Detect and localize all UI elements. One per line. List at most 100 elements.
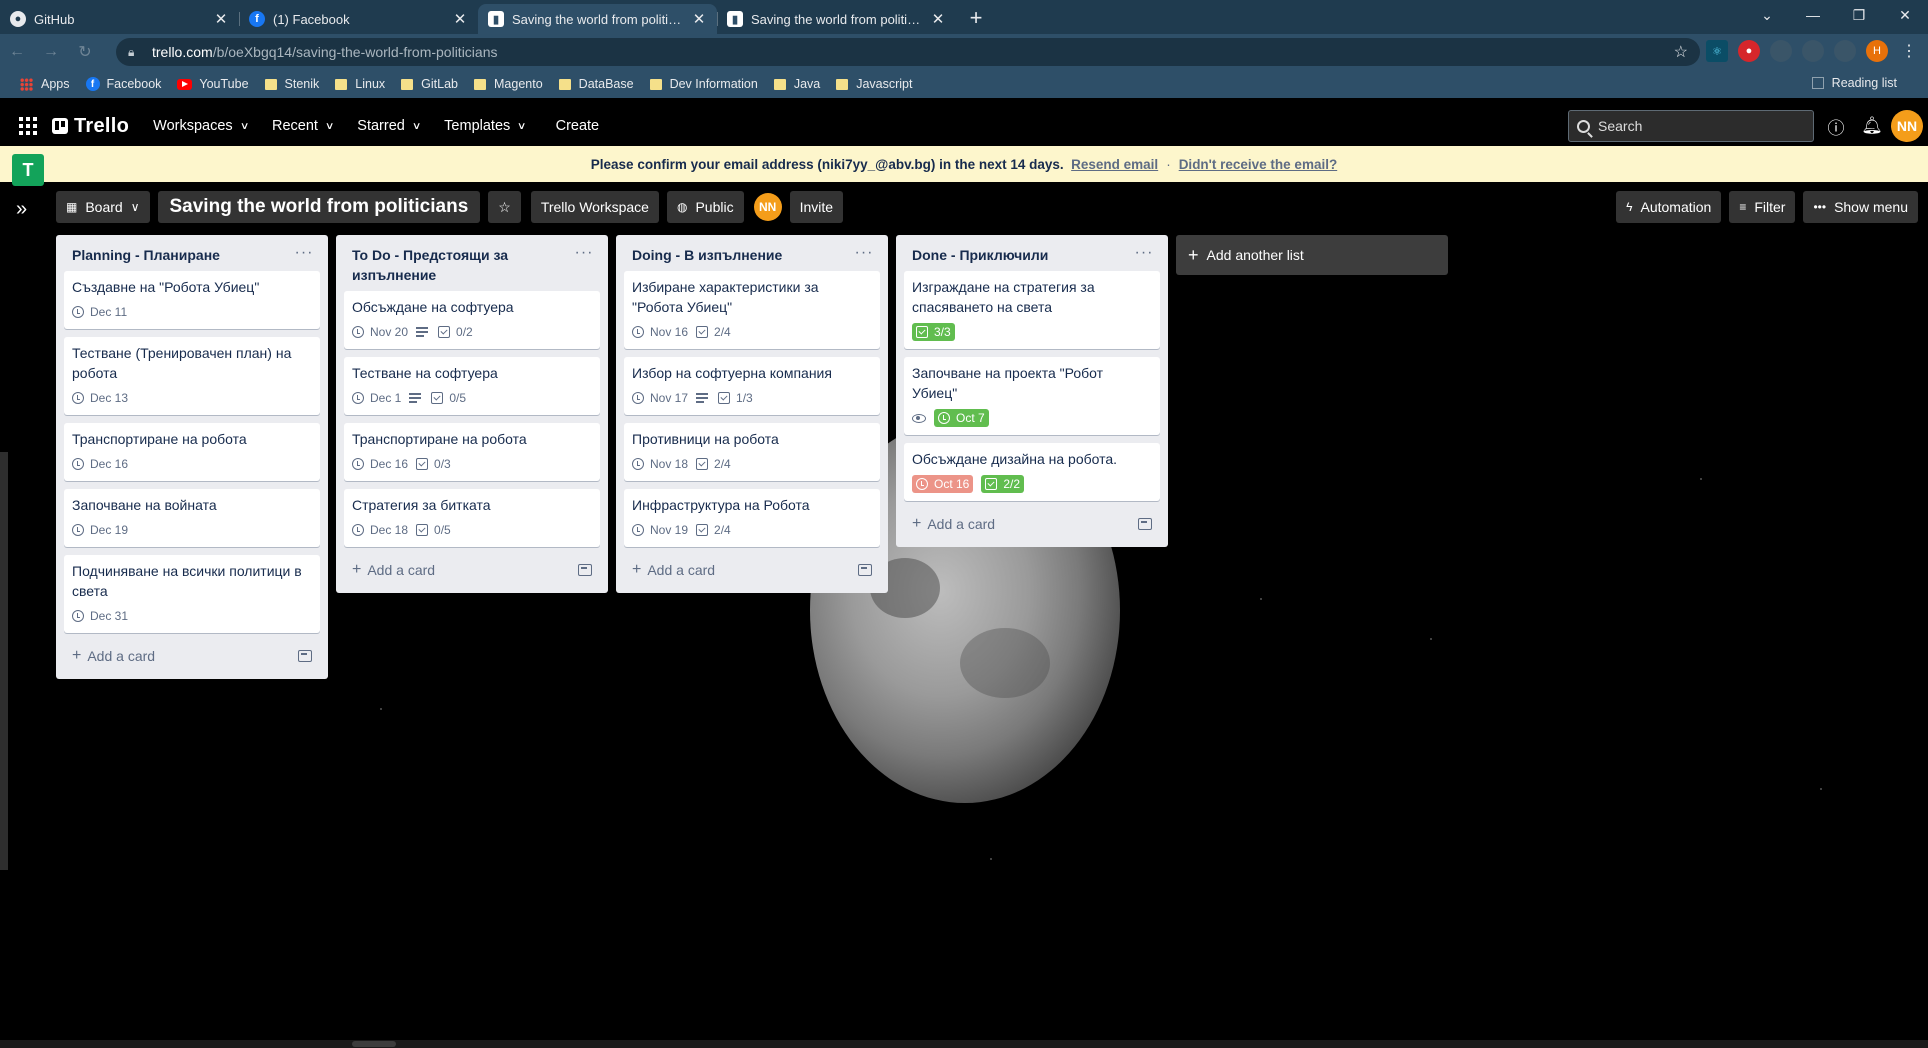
info-icon[interactable]: ⓘ: [1820, 110, 1852, 142]
due-date-badge[interactable]: Dec 13: [72, 391, 128, 405]
browser-tab-trello-active[interactable]: ▮ Saving the world from politicians ✕: [478, 4, 717, 34]
due-date-badge[interactable]: Dec 18: [352, 523, 408, 537]
lock-icon[interactable]: 🔒︎: [128, 45, 142, 60]
more-vert-icon[interactable]: ⋮: [1898, 40, 1920, 62]
scrollbar-thumb[interactable]: [352, 1041, 396, 1047]
bookmark-folder-database[interactable]: DataBase: [558, 77, 634, 91]
bookmark-folder-java[interactable]: Java: [773, 77, 820, 91]
due-date-badge[interactable]: Dec 19: [72, 523, 128, 537]
card[interactable]: Обсъждане дизайна на робота. Oct 16 2/2: [904, 443, 1160, 501]
show-menu-button[interactable]: ••• Show menu: [1803, 191, 1918, 223]
card[interactable]: Избиране характеристики за "Робота Убиец…: [624, 271, 880, 349]
resend-email-link[interactable]: Resend email: [1071, 157, 1158, 172]
browser-tab-trello[interactable]: ▮ Saving the world from politicians ✕: [717, 4, 956, 34]
invite-button[interactable]: Invite: [789, 191, 844, 223]
card[interactable]: Инфраструктура на Робота Nov 19 2/4: [624, 489, 880, 547]
app-switcher-icon[interactable]: [12, 110, 44, 142]
card-template-icon[interactable]: [298, 650, 312, 662]
card[interactable]: Подчиняване на всички политици в света D…: [64, 555, 320, 633]
list-title[interactable]: Planning - Планиране: [72, 245, 292, 265]
due-date-badge[interactable]: Dec 1: [352, 391, 401, 405]
bookmark-folder-stenik[interactable]: Stenik: [264, 77, 319, 91]
reading-list-button[interactable]: Reading list: [1811, 76, 1897, 90]
minimize-icon[interactable]: —: [1790, 0, 1836, 30]
reload-icon[interactable]: ↻: [68, 35, 102, 69]
list-title[interactable]: Doing - В изпълнение: [632, 245, 852, 265]
extension-red-icon[interactable]: ●: [1738, 40, 1760, 62]
star-board-button[interactable]: ☆: [488, 191, 521, 223]
workspaces-menu[interactable]: Workspaces ∨: [141, 110, 260, 142]
bookmark-youtube[interactable]: YouTube: [177, 77, 249, 91]
list-menu-icon[interactable]: ···: [572, 245, 596, 261]
recent-menu[interactable]: Recent ∨: [260, 110, 345, 142]
browser-tab-facebook[interactable]: f (1) Facebook ✕: [239, 4, 478, 34]
board-view-switcher[interactable]: ▦ Board ∨: [56, 191, 150, 223]
filter-button[interactable]: ≡ Filter: [1729, 191, 1796, 223]
board-title[interactable]: Saving the world from politicians: [157, 191, 481, 223]
list-menu-icon[interactable]: ···: [1132, 245, 1156, 261]
due-date-badge[interactable]: Dec 16: [352, 457, 408, 471]
close-icon[interactable]: ✕: [930, 10, 946, 28]
expand-sidebar-icon[interactable]: »: [16, 198, 27, 221]
didnt-receive-link[interactable]: Didn't receive the email?: [1179, 157, 1338, 172]
list-title[interactable]: To Do - Предстоящи за изпълнение: [352, 245, 572, 285]
close-icon[interactable]: ✕: [691, 10, 707, 28]
list-title[interactable]: Done - Приключили: [912, 245, 1132, 265]
close-window-icon[interactable]: ✕: [1882, 0, 1928, 30]
restore-icon[interactable]: ❐: [1836, 0, 1882, 30]
bookmark-apps[interactable]: Apps: [20, 77, 70, 91]
forward-icon[interactable]: →: [34, 35, 68, 69]
due-date-badge[interactable]: Nov 20: [352, 325, 408, 339]
card[interactable]: Транспортиране на робота Dec 16: [64, 423, 320, 481]
member-avatar[interactable]: NN: [753, 193, 782, 221]
vertical-scrollbar[interactable]: [0, 452, 8, 870]
search-input[interactable]: Search: [1568, 110, 1814, 142]
bookmark-folder-gitlab[interactable]: GitLab: [401, 77, 458, 91]
due-date-badge[interactable]: Nov 18: [632, 457, 688, 471]
bookmark-star-icon[interactable]: ☆: [1674, 42, 1688, 62]
add-card-button[interactable]: + Add a card: [904, 509, 1160, 539]
bookmark-folder-dev-information[interactable]: Dev Information: [649, 77, 758, 91]
due-date-badge[interactable]: Nov 19: [632, 523, 688, 537]
card-template-icon[interactable]: [858, 564, 872, 576]
new-tab-button[interactable]: +: [962, 4, 990, 32]
bookmark-facebook[interactable]: f Facebook: [85, 77, 161, 91]
bookmark-folder-linux[interactable]: Linux: [335, 77, 385, 91]
card[interactable]: Транспортиране на робота Dec 16 0/3: [344, 423, 600, 481]
due-date-complete-badge[interactable]: Oct 7: [934, 409, 989, 427]
automation-button[interactable]: ϟ Automation: [1616, 191, 1722, 223]
profile-avatar[interactable]: H: [1866, 40, 1888, 62]
due-date-badge[interactable]: Dec 16: [72, 457, 128, 471]
bookmark-folder-magento[interactable]: Magento: [474, 77, 543, 91]
card[interactable]: Тестване (Тренировачен план) на робота D…: [64, 337, 320, 415]
card-template-icon[interactable]: [578, 564, 592, 576]
back-icon[interactable]: ←: [0, 35, 34, 69]
workspace-tile[interactable]: T: [12, 154, 44, 186]
tab-search-icon[interactable]: ⌄: [1744, 0, 1790, 30]
list-menu-icon[interactable]: ···: [292, 245, 316, 261]
close-icon[interactable]: ✕: [452, 10, 468, 28]
trello-logo[interactable]: Trello: [52, 115, 129, 138]
user-avatar[interactable]: NN: [1891, 110, 1923, 142]
react-devtools-icon[interactable]: ⚛: [1706, 40, 1728, 62]
visibility-button[interactable]: ◍ Public: [666, 191, 744, 223]
card[interactable]: Създавне на "Робота Убиец" Dec 11: [64, 271, 320, 329]
extension-icon[interactable]: [1802, 40, 1824, 62]
create-button[interactable]: Create: [544, 110, 612, 142]
close-icon[interactable]: ✕: [213, 10, 229, 28]
due-date-overdue-badge[interactable]: Oct 16: [912, 475, 974, 493]
add-card-button[interactable]: + Add a card: [624, 555, 880, 585]
horizontal-scrollbar[interactable]: [0, 1040, 1928, 1048]
card[interactable]: Стратегия за битката Dec 18 0/5: [344, 489, 600, 547]
url-input[interactable]: 🔒︎ trello.com/b/oeXbgq14/saving-the-worl…: [116, 38, 1700, 66]
due-date-badge[interactable]: Dec 31: [72, 609, 128, 623]
list-menu-icon[interactable]: ···: [852, 245, 876, 261]
due-date-badge[interactable]: Nov 16: [632, 325, 688, 339]
card[interactable]: Противници на робота Nov 18 2/4: [624, 423, 880, 481]
templates-menu[interactable]: Templates ∨: [432, 110, 537, 142]
browser-tab-github[interactable]: ● GitHub ✕: [0, 4, 239, 34]
starred-menu[interactable]: Starred ∨: [345, 110, 432, 142]
puzzle-icon[interactable]: [1834, 40, 1856, 62]
bookmark-folder-javascript[interactable]: Javascript: [836, 77, 913, 91]
card-template-icon[interactable]: [1138, 518, 1152, 530]
